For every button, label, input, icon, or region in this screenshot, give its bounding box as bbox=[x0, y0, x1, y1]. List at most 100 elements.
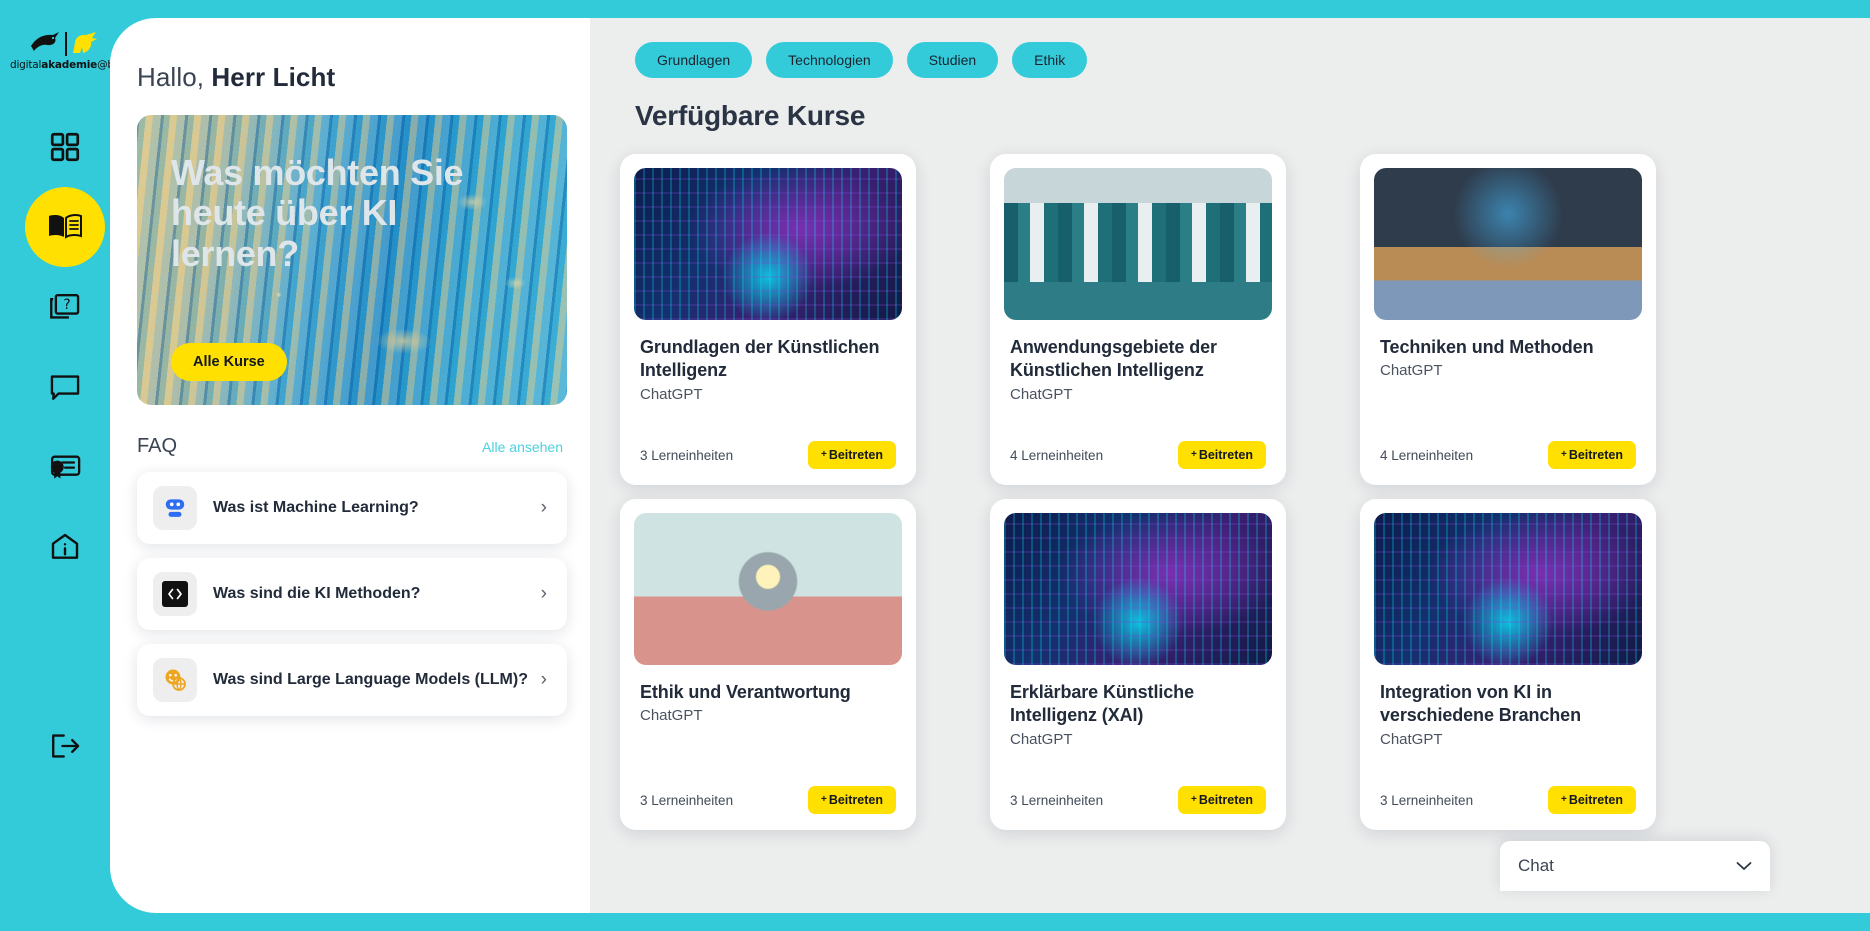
brand-logo[interactable]: digitalakademie@bw bbox=[10, 30, 122, 71]
robot-icon bbox=[153, 486, 197, 530]
course-units: 3 Lerneinheiten bbox=[640, 447, 734, 463]
course-thumbnail bbox=[1374, 168, 1642, 320]
logout-icon bbox=[48, 731, 82, 761]
chevron-right-icon: › bbox=[540, 583, 547, 604]
sidebar-item-kurse[interactable] bbox=[25, 187, 105, 267]
left-panel: Hallo, Herr Licht Was möchten Sie heute … bbox=[110, 18, 590, 913]
course-card-body: Techniken und Methoden ChatGPT bbox=[1374, 320, 1642, 441]
svg-text:?: ? bbox=[63, 297, 70, 313]
course-thumbnail bbox=[634, 513, 902, 665]
course-units: 3 Lerneinheiten bbox=[1010, 792, 1104, 808]
course-card[interactable]: Erklärbare Künstliche Intelligenz (XAI) … bbox=[990, 499, 1286, 830]
filter-chip-technologien[interactable]: Technologien bbox=[766, 42, 893, 78]
quiz-icon: ? bbox=[48, 290, 82, 324]
course-units: 4 Lerneinheiten bbox=[1010, 447, 1104, 463]
faq-item-llm[interactable]: Was sind Large Language Models (LLM)? › bbox=[137, 644, 567, 716]
hero-banner: Was möchten Sie heute über KI lernen? Al… bbox=[137, 115, 567, 405]
filter-chip-group: Grundlagen Technologien Studien Ethik bbox=[635, 42, 1870, 78]
code-brackets-icon bbox=[153, 572, 197, 616]
sidebar-item-info[interactable] bbox=[25, 507, 105, 587]
book-icon bbox=[45, 210, 85, 244]
greeting-prefix: Hallo, bbox=[137, 62, 205, 92]
crest-divider bbox=[65, 32, 67, 56]
course-card-body: Integration von KI in verschiedene Branc… bbox=[1374, 665, 1642, 786]
join-button[interactable]: + Beitreten bbox=[1177, 441, 1266, 469]
sidebar-item-zertifikate[interactable] bbox=[25, 427, 105, 507]
course-title: Anwendungsgebiete der Künstlichen Intell… bbox=[1010, 337, 1217, 381]
course-card-body: Ethik und Verantwortung ChatGPT bbox=[634, 665, 902, 786]
faq-header: FAQ Alle ansehen bbox=[137, 435, 563, 458]
course-card-footer: 4 Lerneinheiten + Beitreten bbox=[1004, 441, 1272, 485]
course-card[interactable]: Ethik und Verantwortung ChatGPT 3 Lernei… bbox=[620, 499, 916, 830]
chevron-down-icon[interactable] bbox=[1736, 858, 1752, 875]
certificate-icon bbox=[47, 452, 83, 482]
join-button-label: Beitreten bbox=[1198, 793, 1253, 807]
course-thumbnail bbox=[1374, 513, 1642, 665]
faq-see-all-link[interactable]: Alle ansehen bbox=[482, 439, 563, 455]
course-thumbnail bbox=[1004, 168, 1272, 320]
course-author: ChatGPT bbox=[640, 707, 703, 725]
course-title: Erklärbare Künstliche Intelligenz (XAI) bbox=[1010, 682, 1194, 726]
brand-wordmark: digitalakademie@bw bbox=[10, 59, 122, 71]
course-card-body: Grundlagen der Künstlichen Intelligenz C… bbox=[634, 320, 902, 441]
hero-title: Was möchten Sie heute über KI lernen? bbox=[171, 152, 464, 274]
join-button[interactable]: + Beitreten bbox=[1547, 441, 1636, 469]
all-courses-button[interactable]: Alle Kurse bbox=[171, 343, 287, 381]
course-units: 3 Lerneinheiten bbox=[640, 792, 734, 808]
smiley-globe-icon bbox=[153, 658, 197, 702]
plus-icon: + bbox=[1190, 794, 1197, 805]
course-grid: Grundlagen der Künstlichen Intelligenz C… bbox=[620, 154, 1870, 830]
course-title: Grundlagen der Künstlichen Intelligenz bbox=[640, 337, 880, 381]
join-button-label: Beitreten bbox=[828, 793, 883, 807]
join-button[interactable]: + Beitreten bbox=[807, 441, 896, 469]
course-author: ChatGPT bbox=[1010, 385, 1073, 403]
faq-item-label: Was sind die KI Methoden? bbox=[213, 585, 421, 602]
info-icon bbox=[49, 531, 81, 563]
course-card-footer: 3 Lerneinheiten + Beitreten bbox=[634, 786, 902, 830]
course-author: ChatGPT bbox=[1380, 730, 1443, 748]
chat-dock[interactable]: Chat bbox=[1500, 841, 1770, 891]
course-card[interactable]: Anwendungsgebiete der Künstlichen Intell… bbox=[990, 154, 1286, 485]
chat-bubble-icon bbox=[48, 372, 82, 402]
plus-icon: + bbox=[1190, 449, 1197, 460]
join-button-label: Beitreten bbox=[1198, 448, 1253, 462]
filter-chip-grundlagen[interactable]: Grundlagen bbox=[635, 42, 753, 78]
filter-chip-ethik[interactable]: Ethik bbox=[1012, 42, 1088, 78]
courses-heading: Verfügbare Kurse bbox=[635, 100, 866, 131]
sidebar-item-quiz[interactable]: ? bbox=[25, 267, 105, 347]
chevron-right-icon: › bbox=[540, 497, 547, 518]
course-author: ChatGPT bbox=[640, 385, 703, 403]
course-card[interactable]: Integration von KI in verschiedene Branc… bbox=[1360, 499, 1656, 830]
course-card[interactable]: Techniken und Methoden ChatGPT 4 Lernein… bbox=[1360, 154, 1656, 485]
wordmark-light: digital bbox=[10, 59, 42, 71]
course-title: Ethik und Verantwortung bbox=[640, 682, 851, 702]
sidebar-item-logout[interactable] bbox=[25, 706, 105, 786]
faq-item-label: Was sind Large Language Models (LLM)? bbox=[213, 671, 528, 688]
course-card-footer: 3 Lerneinheiten + Beitreten bbox=[1004, 786, 1272, 830]
join-button-label: Beitreten bbox=[1568, 793, 1623, 807]
course-card-footer: 3 Lerneinheiten + Beitreten bbox=[1374, 786, 1642, 830]
course-card-body: Anwendungsgebiete der Künstlichen Intell… bbox=[1004, 320, 1272, 441]
main-content: Grundlagen Technologien Studien Ethik Ve… bbox=[590, 18, 1870, 913]
sidebar-nav: ? bbox=[25, 107, 105, 587]
faq-item-ki-methoden[interactable]: Was sind die KI Methoden? › bbox=[137, 558, 567, 630]
plus-icon: + bbox=[820, 449, 827, 460]
chevron-right-icon: › bbox=[540, 669, 547, 690]
course-author: ChatGPT bbox=[1010, 730, 1073, 748]
sidebar-item-dashboard[interactable] bbox=[25, 107, 105, 187]
course-thumbnail bbox=[634, 168, 902, 320]
sidebar-item-chat[interactable] bbox=[25, 347, 105, 427]
join-button[interactable]: + Beitreten bbox=[807, 786, 896, 814]
faq-item-machine-learning[interactable]: Was ist Machine Learning? › bbox=[137, 472, 567, 544]
plus-icon: + bbox=[1560, 794, 1567, 805]
faq-item-label: Was ist Machine Learning? bbox=[213, 499, 419, 516]
app-root: digitalakademie@bw bbox=[0, 0, 1870, 931]
grid-icon bbox=[48, 130, 82, 164]
course-units: 4 Lerneinheiten bbox=[1380, 447, 1474, 463]
course-author: ChatGPT bbox=[1380, 362, 1443, 380]
join-button[interactable]: + Beitreten bbox=[1177, 786, 1266, 814]
course-card[interactable]: Grundlagen der Künstlichen Intelligenz C… bbox=[620, 154, 916, 485]
join-button[interactable]: + Beitreten bbox=[1547, 786, 1636, 814]
filter-chip-studien[interactable]: Studien bbox=[906, 42, 999, 78]
bw-crest-icon bbox=[10, 30, 120, 56]
